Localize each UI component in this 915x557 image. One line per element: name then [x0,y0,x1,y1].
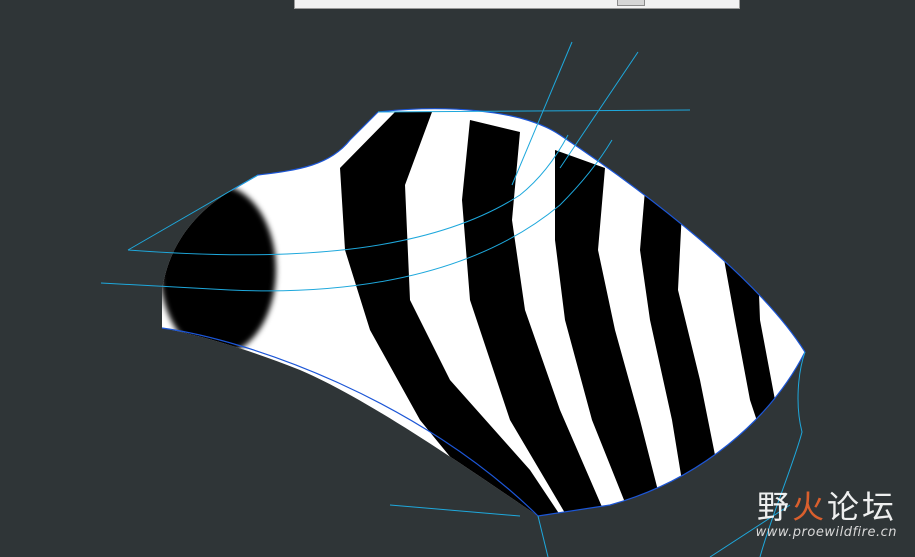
model-viewport[interactable] [0,0,915,557]
forum-watermark: 野火论坛 www.proewildfire.cn [697,489,897,547]
watermark-forum-text: 论坛 [826,488,897,526]
watermark-title: 野火论坛 [697,489,897,525]
watermark-url: www.proewildfire.cn [755,525,897,540]
watermark-char: 野 [756,488,792,526]
zebra-striped-surface[interactable] [150,100,820,530]
zebra-stripe [162,185,276,355]
flame-char: 火 [791,488,827,526]
